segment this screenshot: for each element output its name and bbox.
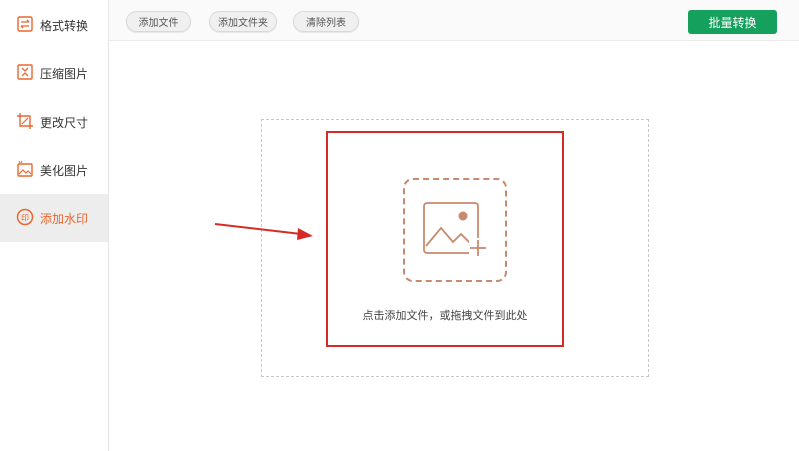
dropzone-hint: 点击添加文件，或拖拽文件到此处 [362,309,528,322]
clear-list-button[interactable]: 清除列表 [293,11,359,32]
sidebar: 格式转换 压缩图片 更改尺寸 美化图片 印 添加水印 [0,0,109,451]
sidebar-item-label: 美化图片 [40,164,89,178]
sidebar-item-beautify-image[interactable]: 美化图片 [0,146,108,194]
sidebar-item-format-convert[interactable]: 格式转换 [0,1,108,49]
sidebar-item-add-watermark[interactable]: 印 添加水印 [0,194,108,242]
arrow-icon [214,223,313,240]
compress-image-icon [17,64,33,80]
sidebar-item-label: 压缩图片 [40,67,89,81]
beautify-image-icon [17,160,33,177]
toolbar: 添加文件 添加文件夹 清除列表 批量转换 [109,0,799,41]
watermark-icon: 印 [16,208,34,226]
sidebar-item-label: 添加水印 [40,212,89,226]
add-file-button[interactable]: 添加文件 [126,11,191,32]
resize-icon [17,113,33,129]
add-image-icon [423,202,489,260]
sidebar-item-label: 格式转换 [40,19,89,33]
svg-text:印: 印 [21,213,29,222]
format-convert-icon [17,16,33,32]
sidebar-item-resize[interactable]: 更改尺寸 [0,98,108,146]
sidebar-item-label: 更改尺寸 [40,116,89,130]
add-folder-button[interactable]: 添加文件夹 [209,11,277,32]
sidebar-item-compress-image[interactable]: 压缩图片 [0,49,108,97]
batch-convert-button[interactable]: 批量转换 [688,10,777,34]
